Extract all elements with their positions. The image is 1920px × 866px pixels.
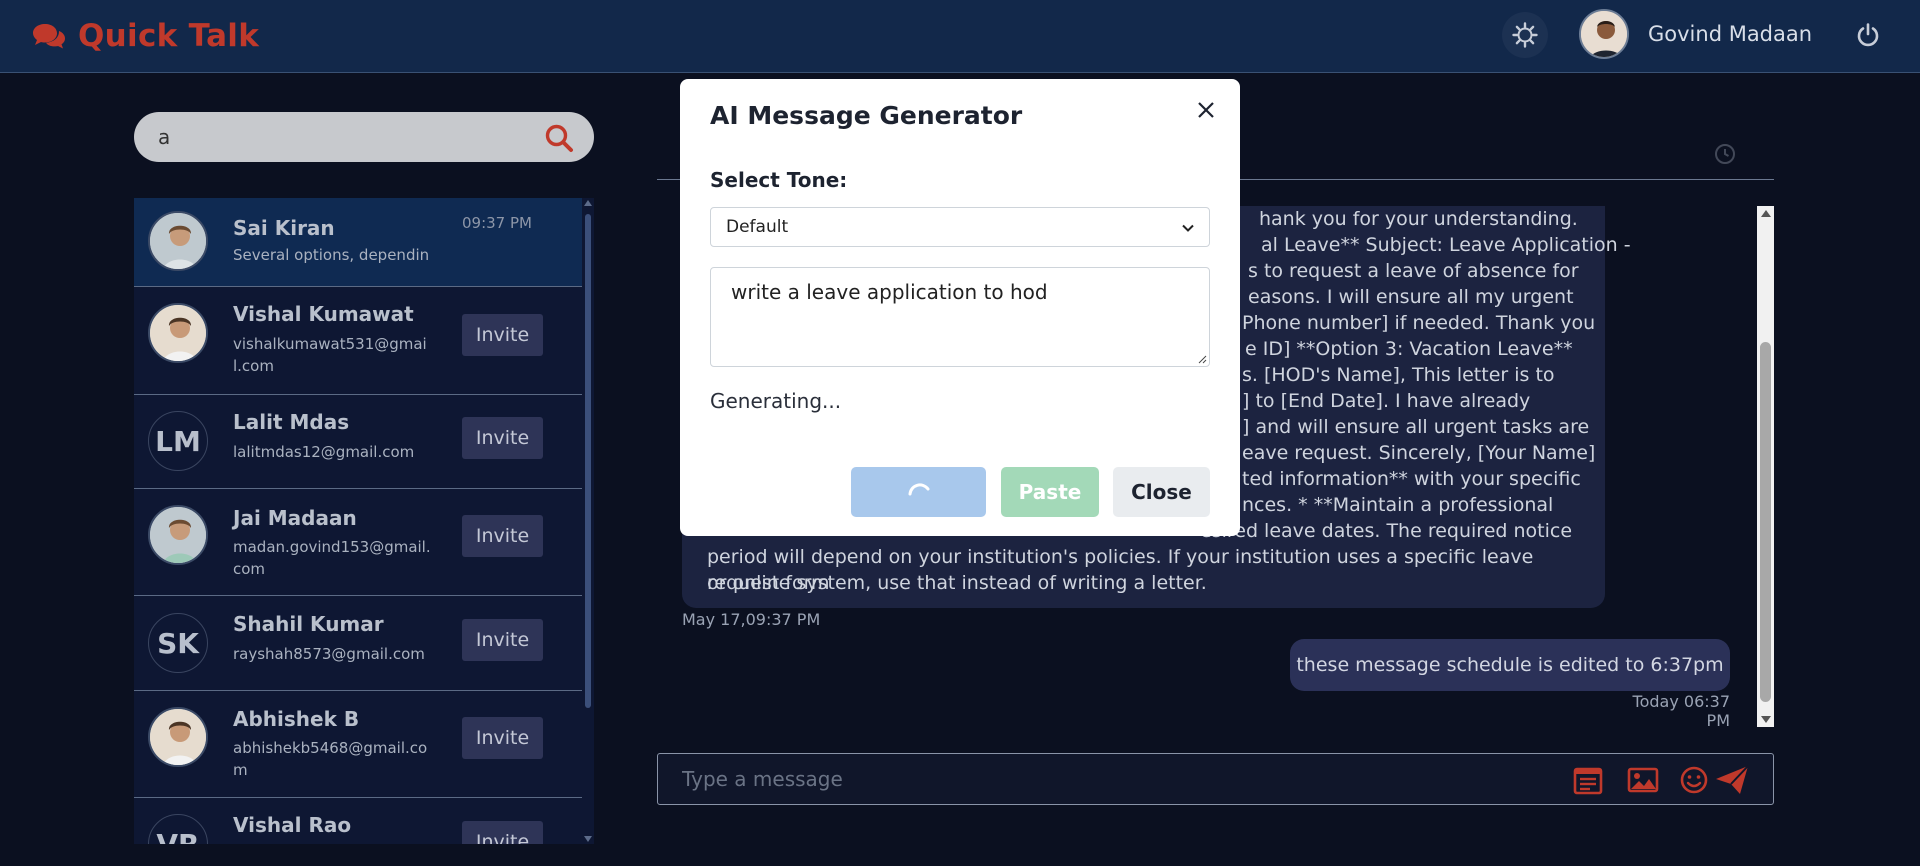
close-icon[interactable] (1193, 97, 1219, 123)
ai-message-generator-modal: AI Message Generator Select Tone: Defaul… (680, 79, 1240, 536)
resize-handle-icon[interactable] (1197, 354, 1207, 364)
spinner-icon (908, 483, 929, 496)
tone-selected-value: Default (726, 217, 789, 237)
paste-button[interactable]: Paste (1001, 467, 1099, 517)
chevron-down-icon (1182, 224, 1194, 232)
modal-title: AI Message Generator (710, 101, 1023, 130)
prompt-textarea[interactable]: write a leave application to hod (710, 267, 1210, 367)
tone-select[interactable]: Default (710, 207, 1210, 247)
close-button[interactable]: Close (1113, 467, 1210, 517)
generate-button[interactable] (851, 467, 986, 517)
generating-status: Generating... (710, 389, 842, 413)
tone-label: Select Tone: (710, 168, 848, 192)
